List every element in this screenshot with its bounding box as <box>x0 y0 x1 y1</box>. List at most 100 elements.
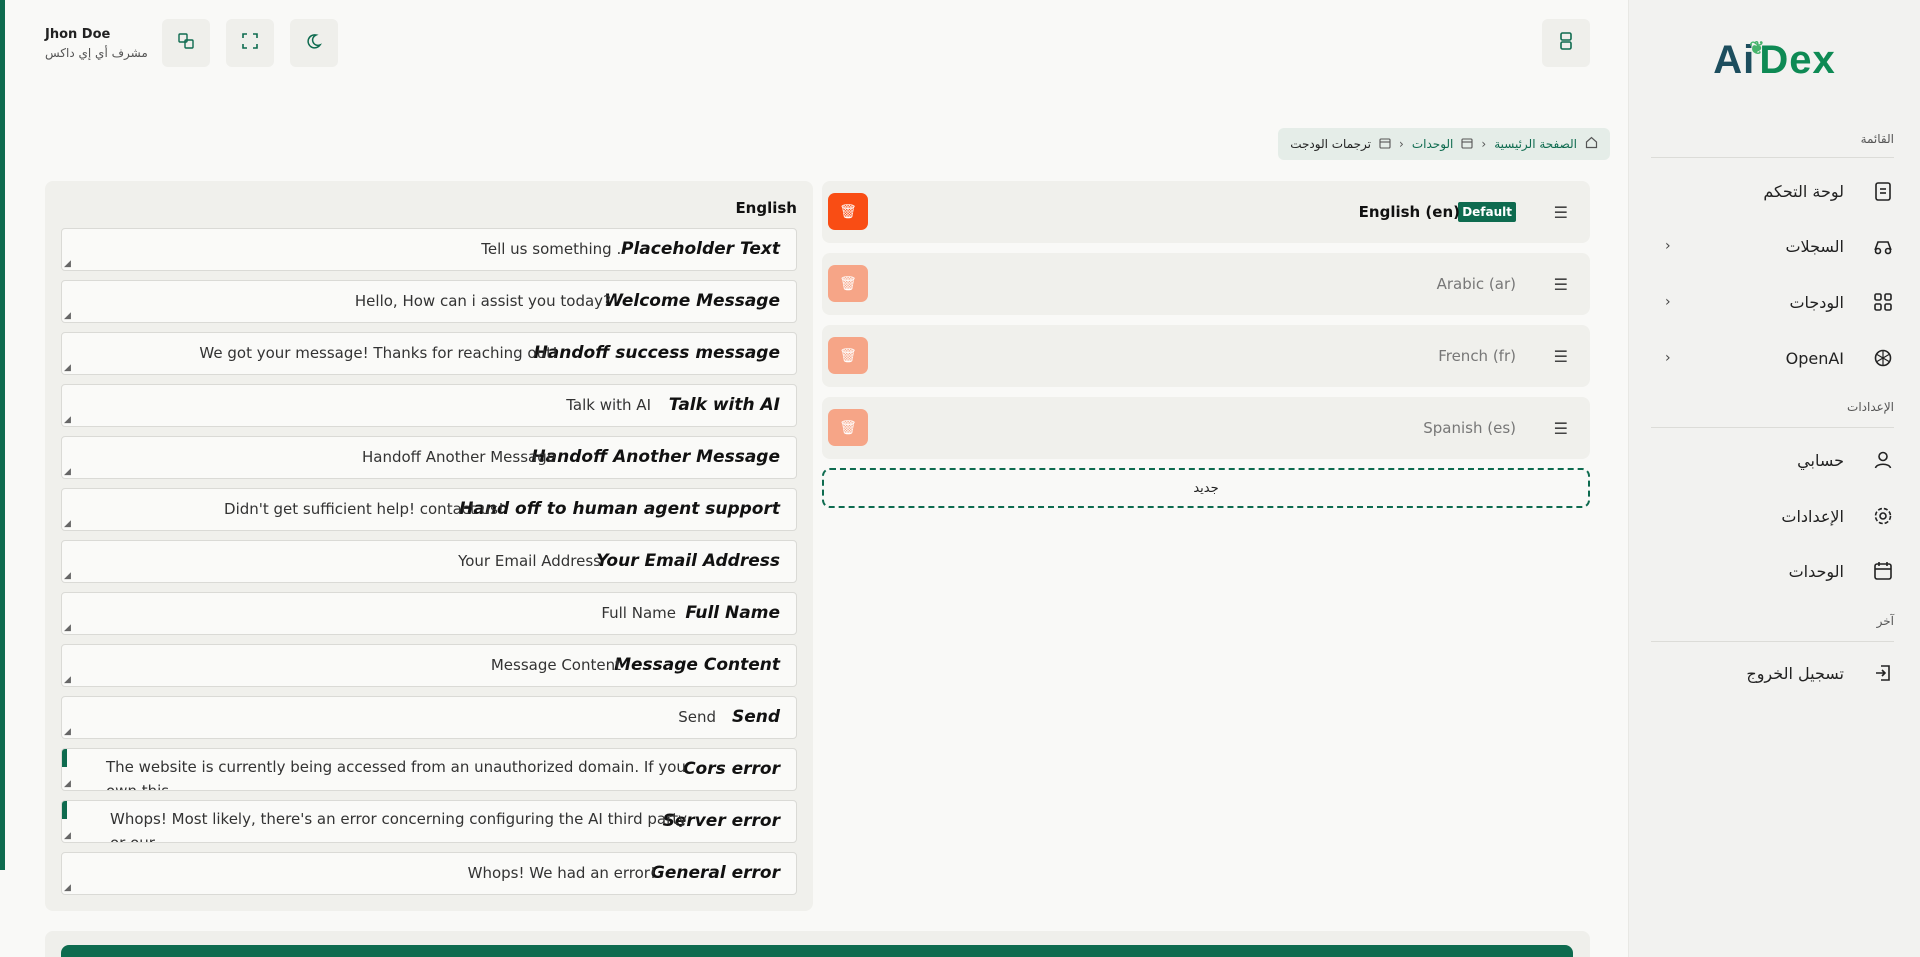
fullscreen-button[interactable] <box>226 19 274 67</box>
translation-field[interactable]: Placeholder Text Tell us something .. ◢ <box>61 228 797 271</box>
delete-button[interactable]: 🗑 <box>828 193 868 230</box>
resize-grip-icon[interactable]: ◢ <box>64 883 71 893</box>
language-name: English (en) <box>1358 203 1460 221</box>
resize-grip-icon[interactable]: ◢ <box>64 727 71 737</box>
language-row-english[interactable]: ☰ Default English (en) 🗑 <box>822 181 1590 243</box>
breadcrumb-home[interactable]: الصفحة الرئيسية <box>1494 137 1577 151</box>
sidebar-item-logout[interactable]: تسجيل الخروج <box>1665 652 1894 694</box>
delete-button[interactable]: 🗑 <box>828 409 868 446</box>
translation-field[interactable]: General error Whops! We had an error! ◢ <box>61 852 797 895</box>
sidebar-item-openai[interactable]: OpenAI ‹ <box>1665 337 1894 379</box>
translation-field[interactable]: Server error Whops! Most likely, there's… <box>61 800 797 843</box>
field-value[interactable]: We got your message! Thanks for reaching… <box>199 344 558 362</box>
sidebar-item-records[interactable]: السجلات ‹ <box>1665 225 1894 267</box>
field-value[interactable]: Message Content <box>491 656 621 674</box>
resize-grip-icon[interactable]: ◢ <box>64 571 71 581</box>
drag-handle-icon[interactable]: ☰ <box>1554 275 1568 294</box>
language-row-spanish[interactable]: ☰ Spanish (es) 🗑 <box>822 397 1590 459</box>
translation-field[interactable]: Send Send ◢ <box>61 696 797 739</box>
logo-right-text: Dex <box>1759 38 1836 82</box>
translate-icon <box>178 32 194 54</box>
sidebar-item-account[interactable]: حسابي <box>1665 439 1894 481</box>
breadcrumb-units[interactable]: الوحدات <box>1412 137 1454 151</box>
new-language-button[interactable]: جديد <box>822 468 1590 508</box>
translation-panel: English Placeholder Text Tell us somethi… <box>45 181 813 911</box>
resize-grip-icon[interactable]: ◢ <box>64 363 71 373</box>
language-row-arabic[interactable]: ☰ Arabic (ar) 🗑 <box>822 253 1590 315</box>
scroll-indicator[interactable] <box>62 749 67 767</box>
field-value[interactable]: Your Email Address <box>458 552 601 570</box>
trash-icon: 🗑 <box>839 275 857 292</box>
sidebar-item-units[interactable]: الوحدات <box>1665 550 1894 592</box>
field-value[interactable]: Didn't get sufficient help! contact us! <box>224 500 504 518</box>
resize-grip-icon[interactable]: ◢ <box>64 467 71 477</box>
drag-handle-icon[interactable]: ☰ <box>1554 203 1568 222</box>
sidebar-item-dashboard[interactable]: لوحة التحكم <box>1665 170 1894 212</box>
scroll-indicator[interactable] <box>62 801 67 819</box>
language-row-french[interactable]: ☰ French (fr) 🗑 <box>822 325 1590 387</box>
save-button[interactable] <box>61 945 1573 957</box>
sidebar-item-label: لوحة التحكم <box>1763 181 1844 201</box>
home-icon <box>1585 136 1598 152</box>
sidebar-toggle-button[interactable] <box>1542 19 1590 67</box>
resize-grip-icon[interactable]: ◢ <box>64 311 71 321</box>
field-label: Message Content <box>614 655 780 675</box>
delete-button[interactable]: 🗑 <box>828 265 868 302</box>
field-value[interactable]: Whops! We had an error! <box>468 864 656 882</box>
chevron-left-icon: ‹ <box>1665 238 1671 254</box>
sidebar-item-label: السجلات <box>1785 236 1844 256</box>
translation-field[interactable]: Hand off to human agent support Didn't g… <box>61 488 797 531</box>
left-accent-strip <box>0 0 5 870</box>
resize-grip-icon[interactable]: ◢ <box>64 623 71 633</box>
delete-button[interactable]: 🗑 <box>828 337 868 374</box>
chevron-left-icon: ‹ <box>1665 294 1671 310</box>
translation-field[interactable]: Cors error The website is currently bein… <box>61 748 797 791</box>
dark-mode-button[interactable] <box>290 19 338 67</box>
drag-handle-icon[interactable]: ☰ <box>1554 347 1568 366</box>
translation-field[interactable]: Talk with AI Talk with AI ◢ <box>61 384 797 427</box>
field-label: Hand off to human agent support <box>459 499 780 519</box>
translate-button[interactable] <box>162 19 210 67</box>
sidebar-item-label: الوحدات <box>1788 561 1844 581</box>
sidebar-item-settings[interactable]: الإعدادات <box>1665 495 1894 537</box>
field-value[interactable]: Hello, How can i assist you today? <box>355 292 611 310</box>
resize-grip-icon[interactable]: ◢ <box>64 779 71 789</box>
breadcrumb-current: ترجمات الودجت <box>1290 137 1372 151</box>
records-icon <box>1872 235 1894 257</box>
field-value[interactable]: Talk with AI <box>566 396 651 414</box>
translation-field[interactable]: Handoff Another Message Handoff Another … <box>61 436 797 479</box>
translation-field[interactable]: Your Email Address Your Email Address ◢ <box>61 540 797 583</box>
panel-title: English <box>735 199 797 217</box>
field-label: Handoff success message <box>533 343 780 363</box>
resize-grip-icon[interactable]: ◢ <box>64 415 71 425</box>
field-value[interactable]: Full Name <box>601 604 676 622</box>
field-label: Cors error <box>683 759 780 779</box>
divider <box>1651 427 1894 428</box>
translation-field[interactable]: Handoff success message We got your mess… <box>61 332 797 375</box>
chevron-left-icon: ‹ <box>1481 137 1487 151</box>
field-value[interactable]: Handoff Another Message <box>362 448 556 466</box>
translation-field[interactable]: Welcome Message Hello, How can i assist … <box>61 280 797 323</box>
resize-grip-icon[interactable]: ◢ <box>64 519 71 529</box>
resize-grip-icon[interactable]: ◢ <box>64 675 71 685</box>
drag-handle-icon[interactable]: ☰ <box>1554 419 1568 438</box>
language-name: Spanish (es) <box>1423 419 1516 437</box>
field-label: Handoff Another Message <box>531 447 780 467</box>
field-value[interactable]: The website is currently being accessed … <box>106 755 686 790</box>
calendar-icon <box>1872 560 1894 582</box>
resize-grip-icon[interactable]: ◢ <box>64 259 71 269</box>
logo[interactable]: Ai❦Dex <box>1629 38 1920 83</box>
translation-field[interactable]: Full Name Full Name ◢ <box>61 592 797 635</box>
chevron-left-icon: ‹ <box>1665 350 1671 366</box>
resize-grip-icon[interactable]: ◢ <box>64 831 71 841</box>
trash-icon: 🗑 <box>839 203 857 220</box>
translation-field[interactable]: Message Content Message Content ◢ <box>61 644 797 687</box>
field-label: Send <box>731 707 780 727</box>
sidebar-item-widgets[interactable]: الودجات ‹ <box>1665 281 1894 323</box>
field-value[interactable]: Send <box>678 708 716 726</box>
user-name: Jhon Doe <box>45 27 111 42</box>
field-value[interactable]: Whops! Most likely, there's an error con… <box>110 807 690 842</box>
calendar-icon <box>1379 137 1391 152</box>
field-value[interactable]: Tell us something .. <box>481 240 626 258</box>
trash-icon: 🗑 <box>839 419 857 436</box>
